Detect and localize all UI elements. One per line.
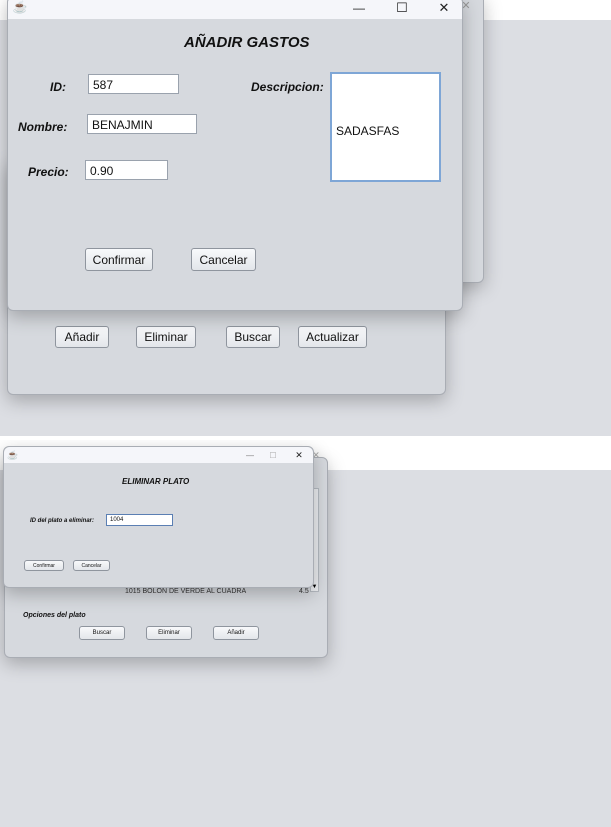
dish-add-button[interactable]: Añadir xyxy=(213,626,259,640)
list-row-text[interactable]: 1015 BOLÓN DE VERDE AL CUADRA xyxy=(125,588,246,595)
confirm-button[interactable]: Confirmar xyxy=(85,248,153,271)
price-input[interactable]: 0.90 xyxy=(85,160,168,180)
delete-confirm-button[interactable]: Confirmar xyxy=(24,560,64,571)
delete-maximize-icon[interactable]: ☐ xyxy=(267,449,279,461)
dialog-titlebar: ☕ — ☐ ✕ xyxy=(8,0,462,19)
name-label: Nombre: xyxy=(18,120,68,134)
minimize-icon[interactable]: — xyxy=(351,0,367,16)
java-icon: ☕ xyxy=(12,0,28,14)
delete-dish-dialog: ☕ — ☐ ✕ ELIMINAR PLATO ID del plato a el… xyxy=(3,446,314,588)
description-label: Descripcion: xyxy=(251,80,324,94)
desktop-top: ✕ Añadir Eliminar Buscar Actualizar ☕ — … xyxy=(0,0,611,436)
delete-dialog-titlebar: ☕ — ☐ ✕ xyxy=(4,447,313,463)
close-icon[interactable]: ✕ xyxy=(436,0,452,16)
dish-id-label: ID del plato a eliminar: xyxy=(30,518,95,524)
update-button[interactable]: Actualizar xyxy=(298,326,367,348)
add-expense-dialog: ☕ — ☐ ✕ AÑADIR GASTOS ID: 587 Nombre: BE… xyxy=(7,0,463,311)
dish-search-button[interactable]: Buscar xyxy=(79,626,125,640)
dialog-title: AÑADIR GASTOS xyxy=(184,34,310,51)
name-input[interactable]: BENAJMIN xyxy=(87,114,197,134)
maximize-icon[interactable]: ☐ xyxy=(394,0,410,16)
delete-button[interactable]: Eliminar xyxy=(136,326,196,348)
list-row-value[interactable]: 4.5 xyxy=(299,588,309,595)
delete-close-icon[interactable]: ✕ xyxy=(293,449,305,461)
dish-delete-button[interactable]: Eliminar xyxy=(146,626,192,640)
add-button[interactable]: Añadir xyxy=(55,326,109,348)
desktop-bottom: — ☐ ✕ ▼ 1015 BOLÓN DE VERDE AL CUADRA 4.… xyxy=(0,440,611,827)
id-input[interactable]: 587 xyxy=(88,74,179,94)
search-button[interactable]: Buscar xyxy=(226,326,280,348)
delete-dialog-title: ELIMINAR PLATO xyxy=(122,477,190,486)
delete-minimize-icon[interactable]: — xyxy=(244,449,256,461)
cancel-button[interactable]: Cancelar xyxy=(191,248,256,271)
delete-cancel-button[interactable]: Cancelar xyxy=(73,560,110,571)
description-textarea[interactable]: SADASFAS xyxy=(330,72,441,182)
dish-options-label: Opciones del plato xyxy=(23,612,86,619)
id-label: ID: xyxy=(50,80,66,94)
java-icon-small: ☕ xyxy=(7,449,19,460)
price-label: Precio: xyxy=(28,165,69,179)
dish-id-input[interactable]: 1004 xyxy=(106,514,173,526)
